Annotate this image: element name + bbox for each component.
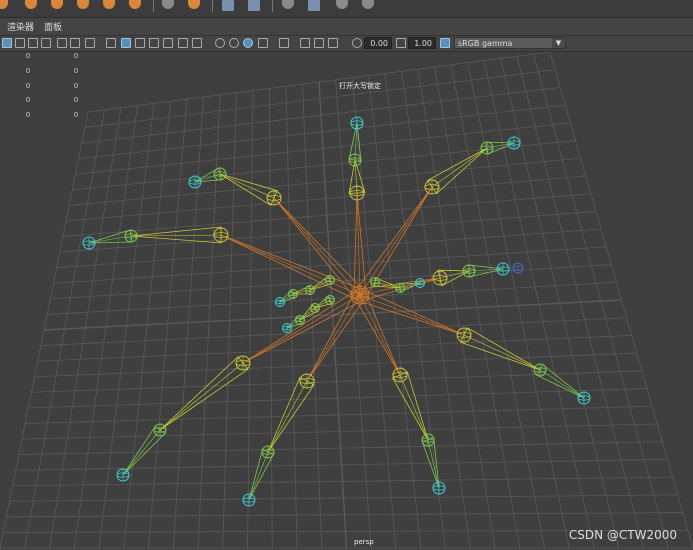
grid-line [483,60,595,549]
grid-line [434,66,521,549]
wireframe-icon[interactable] [106,38,116,48]
shelf-tool-icon[interactable] [162,0,174,9]
shelf-tool-icon[interactable] [222,0,234,11]
default-material-icon[interactable] [135,38,145,48]
shelf-tool-icon[interactable] [336,0,348,9]
grid-line [467,62,570,549]
shelf-tool-icon[interactable] [51,0,63,9]
exposure-input[interactable]: 0.00 [364,37,392,49]
bone [460,327,541,371]
bone [536,364,585,399]
shelf-tool-icon[interactable] [77,0,89,9]
hud-value: 0 [73,66,79,75]
grid-line [516,56,644,549]
frame-selected-icon[interactable] [328,38,338,48]
isolate-select-icon[interactable] [258,38,268,48]
ground-grid [0,52,693,549]
wireframe-on-shaded-icon[interactable] [149,38,159,48]
bone-axis [427,439,440,489]
shelf-separator [212,0,213,12]
panel-toolbar: 0.00 1.00 sRGB gamma ▼ [0,36,693,52]
bone-axis [242,294,361,364]
hud-value: 0 [73,81,79,90]
shadows-icon[interactable] [192,38,202,48]
resolution-gate-icon[interactable] [28,38,38,48]
hud-value: 0 [73,96,79,105]
gamma-icon[interactable] [396,38,406,48]
menu-renderer[interactable]: 渲染器 [7,20,34,33]
shelf-tool-icon[interactable] [0,0,8,9]
lights-icon[interactable] [178,38,188,48]
hud-value: 0 [25,111,31,120]
color-management-icon[interactable] [440,38,450,48]
shelf-tool-icon[interactable] [282,0,294,9]
grid-line [450,64,545,549]
panel-menu-bar: 渲染器 面板 [0,18,693,36]
motion-blur-icon[interactable] [229,38,239,48]
hud-value: 0 [25,52,31,60]
shelf-tool-icon[interactable] [188,0,200,9]
shelf-tool-icon[interactable] [248,0,260,11]
maya-window: 渲染器 面板 0.00 1.00 sRGB gamma ▼ 0 0 0 0 0 … [0,0,693,550]
hud-value: 0 [25,66,31,75]
hud-stats-column-2: 0 0 0 0 0 [71,52,81,126]
viewport-scene [0,52,693,549]
smooth-shade-icon[interactable] [121,38,131,48]
menu-panels[interactable]: 面板 [44,20,62,33]
xray-icon[interactable] [163,38,173,48]
caps-lock-message: 打开大写锁定 [339,82,381,90]
joint-chains[interactable] [82,116,591,507]
gate-mask-icon[interactable] [41,38,51,48]
safe-action-icon[interactable] [70,38,80,48]
watermark-text: CSDN @CTW2000 [568,528,677,542]
bone [426,147,488,195]
shelf-bar [0,0,693,18]
anti-alias-icon[interactable] [243,38,253,48]
bone-axis [539,369,585,399]
bone-axis [159,362,244,431]
field-chart-icon[interactable] [57,38,67,48]
hud-value: 0 [25,96,31,105]
bone-axis [273,197,361,296]
grid-line [401,71,471,549]
bone-axis [219,173,275,199]
frame-all-icon[interactable] [314,38,324,48]
shelf-tool-icon[interactable] [103,0,115,9]
safe-title-icon[interactable] [85,38,95,48]
hud-value: 0 [73,111,79,120]
grid-line [417,69,496,549]
view-transform-select[interactable]: sRGB gamma ▼ [454,37,566,49]
shelf-tool-icon[interactable] [129,0,141,9]
camera-select-icon[interactable] [279,38,289,48]
bone [88,229,133,244]
bone-axis [248,451,269,501]
bone-axis [130,234,222,237]
grid-line [549,52,693,549]
shelf-separator [153,0,154,12]
hud-value: 0 [25,81,31,90]
shelf-tool-icon[interactable] [362,0,374,9]
chevron-down-icon[interactable]: ▼ [552,38,565,48]
shelf-tool-icon[interactable] [25,0,37,9]
gamma-input[interactable]: 1.00 [408,37,436,49]
persp-viewport[interactable]: 0 0 0 0 0 0 0 0 0 0 打开大写锁定 persp [0,52,693,550]
exposure-icon[interactable] [352,38,362,48]
view-transform-value: sRGB gamma [458,39,513,48]
hud-stats-column-1: 0 0 0 0 0 [23,52,33,126]
grid-toggle-icon[interactable] [2,38,12,48]
camera-name-label: persp [354,538,374,546]
view-select-icon[interactable] [300,38,310,48]
hud-value: 0 [73,52,79,60]
shelf-tool-icon[interactable] [308,0,320,11]
film-gate-icon[interactable] [15,38,25,48]
ambient-occlusion-icon[interactable] [215,38,225,48]
shelf-separator [272,0,273,12]
bone [219,173,278,206]
